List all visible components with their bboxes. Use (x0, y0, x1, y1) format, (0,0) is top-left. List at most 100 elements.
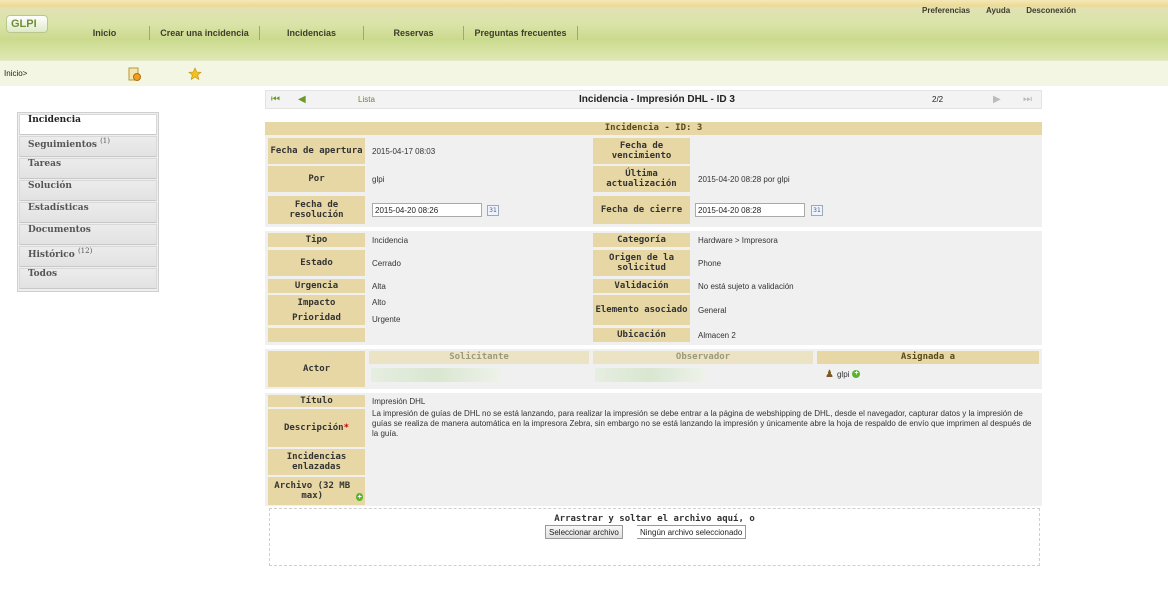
add-actor-icon[interactable]: + (852, 370, 861, 378)
observador-header: Observador (593, 351, 813, 364)
tab-estadisticas[interactable]: Estadísticas (19, 202, 157, 223)
calendar-icon[interactable]: 31 (487, 205, 499, 216)
main-nav: Inicio Crear una incidencia Incidencias … (60, 26, 578, 40)
observador-redacted (595, 368, 705, 382)
tab-count: (1) (100, 137, 110, 145)
prev-record-icon[interactable]: ◀ (298, 95, 306, 105)
impacto-value: Alto (372, 297, 386, 307)
descripcion-value: La impresión de guías de DHL no se está … (372, 409, 1032, 438)
descripcion-label: Descripción * (268, 409, 365, 447)
fecha-resolucion-label: Fecha de resolución (268, 196, 365, 224)
classification-block: Tipo Incidencia Categoría Hardware > Imp… (265, 231, 1042, 345)
dates-block: Incidencia - ID: 3 Fecha de apertura 201… (265, 122, 1042, 227)
add-file-icon[interactable]: + (356, 493, 363, 501)
empty-label-cell (268, 328, 365, 342)
help-link[interactable]: Ayuda (986, 6, 1010, 15)
impacto-label: Impacto (297, 297, 336, 308)
tab-label: Tareas (28, 159, 62, 169)
file-status: Ningún archivo seleccionado (637, 525, 747, 539)
urgencia-label: Urgencia (268, 279, 365, 293)
enlazadas-label: Incidencias enlazadas (268, 449, 365, 475)
prioridad-value: Urgente (372, 314, 401, 324)
tab-solucion[interactable]: Solución (19, 180, 157, 201)
elemento-label: Elemento asociado (593, 295, 690, 325)
select-file-button[interactable]: Seleccionar archivo (545, 525, 623, 539)
glpi-logo[interactable]: GLPI (6, 15, 48, 33)
fecha-resolucion-input[interactable]: 2015-04-20 08:26 (372, 203, 482, 217)
star-icon[interactable] (188, 67, 202, 81)
tab-seguimientos[interactable]: Seguimientos (1) (19, 136, 157, 157)
nav-incidencias[interactable]: Incidencias (260, 26, 364, 40)
tab-count: (12) (77, 247, 93, 255)
titulo-label: Título (268, 395, 365, 407)
file-drop-zone[interactable]: Arrastrar y soltar el archivo aquí, o Se… (269, 508, 1040, 566)
user-icon: ♟ (825, 368, 834, 380)
fecha-cierre-input[interactable]: 2015-04-20 08:28 (695, 203, 805, 217)
estado-value: Cerrado (372, 258, 401, 268)
tab-label: Histórico (28, 250, 75, 260)
ultima-actualizacion-value: 2015-04-20 08:28 por glpi (698, 174, 790, 184)
tab-label: Seguimientos (28, 140, 97, 150)
tab-documentos[interactable]: Documentos (19, 224, 157, 245)
origen-label: Origen de la solicitud (593, 250, 690, 276)
urgencia-value: Alta (372, 281, 386, 291)
drop-message: Arrastrar y soltar el archivo aquí, o (554, 514, 755, 524)
validacion-label: Validación (593, 279, 690, 293)
tab-todos[interactable]: Todos (19, 268, 157, 289)
validacion-value: No está sujeto a validación (698, 281, 794, 291)
tab-incidencia[interactable]: Incidencia (19, 114, 157, 135)
tab-label: Estadísticas (28, 203, 89, 213)
solicitante-redacted (371, 368, 501, 382)
logout-link[interactable]: Desconexión (1026, 6, 1076, 15)
list-link[interactable]: Lista (358, 95, 375, 104)
add-ticket-icon[interactable] (127, 67, 141, 81)
tipo-value: Incidencia (372, 235, 409, 245)
nav-preguntas-frecuentes[interactable]: Preguntas frecuentes (464, 26, 578, 40)
preferences-link[interactable]: Preferencias (922, 6, 970, 15)
elemento-value: General (698, 305, 727, 315)
fecha-vencimiento-label: Fecha de vencimiento (593, 138, 690, 164)
actors-block: Actor Solicitante Observador Asignada a … (265, 349, 1042, 389)
assigned-user-name[interactable]: glpi (837, 370, 849, 379)
estado-label: Estado (268, 250, 365, 276)
record-nav: ⏮ ◀ Lista Incidencia - Impresión DHL - I… (265, 90, 1042, 109)
archivo-label-text: Archivo (32 MB max) (274, 481, 351, 501)
tab-label: Solución (28, 181, 72, 191)
tipo-label: Tipo (268, 233, 365, 247)
tab-label: Documentos (28, 225, 91, 235)
tab-tareas[interactable]: Tareas (19, 158, 157, 179)
asignada-header: Asignada a (817, 351, 1039, 364)
calendar-icon[interactable]: 31 (811, 205, 823, 216)
por-label: Por (268, 166, 365, 192)
top-bar: GLPI Preferencias Ayuda Desconexión Inic… (0, 0, 1168, 40)
description-block: Título Impresión DHL Descripción * La imp… (265, 393, 1042, 506)
record-position: 2/2 (932, 95, 944, 104)
record-title: Incidencia - Impresión DHL - ID 3 (579, 94, 735, 105)
nav-reservas[interactable]: Reservas (364, 26, 464, 40)
assigned-user: ♟ glpi + (825, 367, 861, 381)
titulo-value: Impresión DHL (372, 396, 426, 406)
actor-label: Actor (268, 351, 365, 387)
tab-historico[interactable]: Histórico (12) (19, 246, 157, 267)
ticket-tabs: Incidencia Seguimientos (1) Tareas Soluc… (17, 112, 159, 292)
por-value: glpi (372, 174, 385, 184)
ticket-header: Incidencia - ID: 3 (265, 122, 1042, 135)
nav-crear-incidencia[interactable]: Crear una incidencia (150, 26, 260, 40)
sub-bar (0, 40, 1168, 60)
fecha-cierre-label: Fecha de cierre (593, 196, 690, 224)
categoria-value: Hardware > Impresora (698, 235, 778, 245)
breadcrumb[interactable]: Inicio> (4, 69, 27, 78)
user-links: Preferencias Ayuda Desconexión (922, 6, 1076, 15)
next-record-icon: ▶ (993, 94, 1001, 105)
last-record-icon: ⏭ (1023, 94, 1032, 105)
ultima-actualizacion-label: Última actualización (593, 166, 690, 192)
first-record-icon[interactable]: ⏮ (271, 95, 280, 105)
archivo-label: Archivo (32 MB max) + (268, 477, 365, 505)
breadcrumb-bar: Inicio> (0, 60, 1168, 86)
ticket-form: Incidencia - ID: 3 Fecha de apertura 201… (265, 122, 1042, 510)
origen-value: Phone (698, 258, 722, 268)
nav-inicio[interactable]: Inicio (60, 26, 150, 40)
solicitante-header: Solicitante (369, 351, 589, 364)
fecha-apertura-value: 2015-04-17 08:03 (372, 146, 436, 156)
categoria-label: Categoría (593, 233, 690, 247)
